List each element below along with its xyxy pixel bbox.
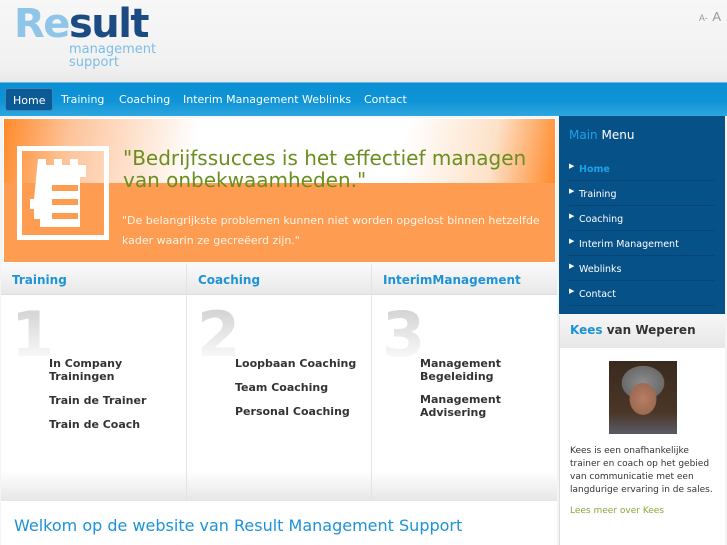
bullet-icon: ▶ [569, 187, 575, 195]
link-loopbaan-coaching[interactable]: Loopbaan Coaching [235, 357, 356, 370]
logo[interactable]: Result management support [14, 1, 156, 69]
menu-item-label: Coaching [579, 214, 624, 225]
link-management-advisering[interactable]: Management Advisering [420, 393, 510, 419]
main-menu: Main Menu ▶ Home ▶ Training ▶ Coaching ▶ Int… [559, 116, 725, 314]
column-title[interactable]: Coaching [187, 264, 371, 295]
service-columns: Training 1 In Company Trainingen Train d… [1, 264, 557, 501]
welcome-title: Welkom op de website van Result Manageme… [14, 516, 463, 535]
read-more-link[interactable]: Lees meer over Kees [570, 506, 664, 516]
column-number: 1 [11, 298, 55, 371]
hero-banner: "Bedrijfssucces is het effectief managen… [3, 118, 556, 263]
link-personal-coaching[interactable]: Personal Coaching [235, 405, 356, 418]
bullet-icon: ▶ [569, 287, 575, 295]
menu-item-weblinks[interactable]: ▶ Weblinks [569, 256, 714, 281]
link-train-de-trainer[interactable]: Train de Trainer [49, 394, 186, 407]
column-coaching: Coaching 2 Loopbaan Coaching Team Coachi… [187, 264, 372, 501]
nav-contact[interactable]: Contact [357, 88, 414, 111]
menu-item-label: Weblinks [579, 264, 622, 275]
bullet-icon: ▶ [569, 162, 575, 170]
bullet-icon: ▶ [569, 262, 575, 270]
profile-card: Kees van Weperen Kees is een onafhankeli… [559, 315, 725, 545]
hero-quote: "Bedrijfssucces is het effectief managen… [123, 146, 527, 192]
main-menu-title: Main Menu [569, 128, 634, 142]
profile-last-name: van Weperen [602, 323, 696, 337]
font-smaller-button[interactable]: A- [699, 13, 708, 23]
main-menu-title-rest: Menu [597, 128, 635, 142]
menu-item-label: Training [579, 189, 617, 200]
bullet-icon: ▶ [569, 237, 575, 245]
menu-item-contact[interactable]: ▶ Contact [569, 281, 714, 306]
main-menu-title-highlight: Main [569, 128, 598, 142]
column-title[interactable]: InterimManagement [372, 264, 557, 295]
logo-text-re: Re [14, 1, 70, 47]
column-number: 3 [382, 298, 426, 371]
column-footer [187, 471, 371, 501]
font-size-controls: A- A [699, 9, 721, 24]
link-train-de-coach[interactable]: Train de Coach [49, 418, 186, 431]
column-interim-management: InterimManagement 3 Management Begeleidi… [372, 264, 557, 501]
site-header: Result management support A- A [0, 0, 727, 82]
menu-item-label: Interim Management [579, 239, 679, 250]
hero-subquote: "De belangrijkste problemen kunnen niet … [122, 214, 540, 247]
menu-item-coaching[interactable]: ▶ Coaching [569, 206, 714, 231]
column-training: Training 1 In Company Trainingen Train d… [1, 264, 187, 501]
nav-home[interactable]: Home [5, 88, 54, 111]
profile-name: Kees van Weperen [560, 315, 725, 348]
font-larger-button[interactable]: A [712, 9, 721, 24]
nav-training[interactable]: Training [54, 88, 111, 111]
link-team-coaching[interactable]: Team Coaching [235, 381, 356, 394]
castle-notepad-icon [17, 146, 109, 240]
logo-subtitle-line2: support [69, 55, 119, 70]
column-title[interactable]: Training [1, 264, 186, 295]
column-footer [1, 471, 186, 501]
menu-item-training[interactable]: ▶ Training [569, 181, 714, 206]
column-footer [372, 471, 557, 501]
menu-item-home[interactable]: ▶ Home [569, 156, 714, 181]
menu-item-label: Home [579, 164, 610, 175]
nav-coaching[interactable]: Coaching [112, 88, 177, 111]
main-nav: Home Training Coaching Interim Managemen… [0, 82, 727, 116]
link-management-begeleiding[interactable]: Management Begeleiding [420, 357, 510, 383]
logo-text-sult: sult [68, 1, 150, 47]
profile-bio: Kees is een onafhankelijke trainer en co… [570, 446, 713, 495]
menu-item-interim-management[interactable]: ▶ Interim Management [569, 231, 714, 256]
bullet-icon: ▶ [569, 212, 575, 220]
welcome-section: Welkom op de website van Result Manageme… [1, 501, 557, 545]
link-in-company-trainingen[interactable]: In Company Trainingen [49, 357, 186, 383]
nav-weblinks[interactable]: Weblinks [295, 88, 358, 111]
profile-first-name: Kees [570, 323, 603, 337]
column-number: 2 [197, 298, 241, 371]
nav-interim-management[interactable]: Interim Management [176, 88, 306, 111]
menu-item-label: Contact [579, 289, 616, 300]
profile-photo [609, 361, 677, 434]
